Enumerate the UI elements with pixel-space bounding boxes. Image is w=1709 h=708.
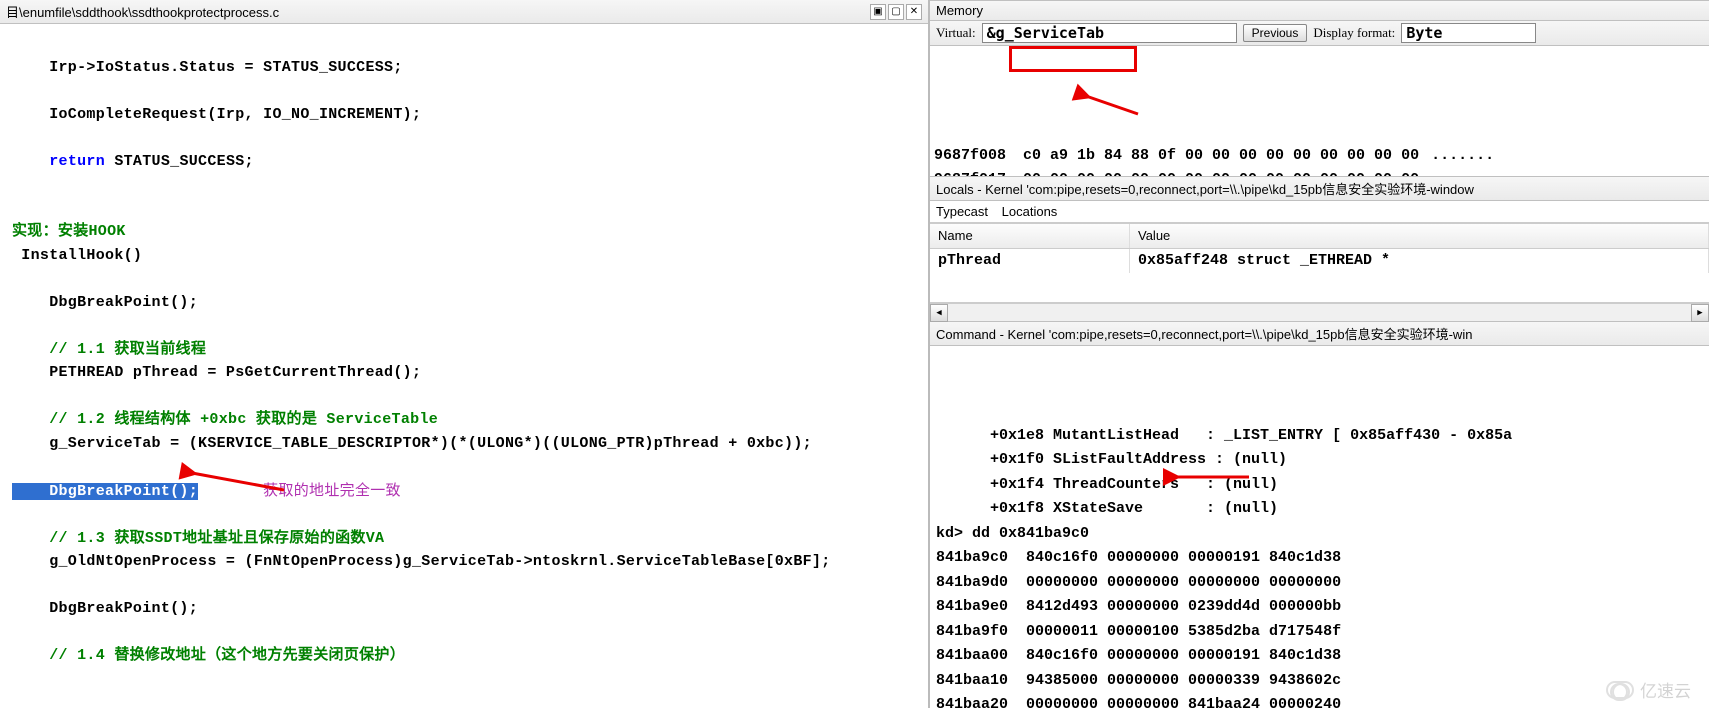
code-line: STATUS_SUCCESS; xyxy=(105,153,254,170)
comment: // 1.1 获取当前线程 xyxy=(12,341,206,358)
code-line: g_OldNtOpenProcess = (FnNtOpenProcess)g_… xyxy=(12,553,831,570)
highlight-box xyxy=(1009,46,1137,72)
scroll-right-icon[interactable]: ▶ xyxy=(1691,304,1709,322)
locals-hscroll[interactable]: ◀ ▶ xyxy=(930,303,1709,321)
annotation-arrow-memory xyxy=(1026,68,1150,155)
locals-toolbar: Typecast Locations xyxy=(930,201,1709,223)
code-line: IoCompleteRequest(Irp, IO_NO_INCREMENT); xyxy=(12,106,421,123)
local-name: pThread xyxy=(930,249,1130,273)
mem-ascii: ....... xyxy=(1431,168,1494,176)
memory-row: 9687f008 c0 a9 1b 84 88 0f 00 00 00 00 0… xyxy=(934,144,1705,168)
display-format-select[interactable] xyxy=(1401,23,1536,43)
source-header: 目\enumfile\sddthook\ssdthookprotectproce… xyxy=(0,0,928,24)
memory-row: 9687f017 00 00 00 00 00 00 00 00 00 00 0… xyxy=(934,168,1705,176)
maximize-icon[interactable]: ▢ xyxy=(888,4,904,20)
locals-title-bar: Locals - Kernel 'com:pipe,resets=0,recon… xyxy=(930,176,1709,201)
col-name[interactable]: Name xyxy=(930,224,1130,248)
comment: // 1.2 线程结构体 +0xbc 获取的是 ServiceTable xyxy=(12,411,438,428)
locals-row[interactable]: pThread0x85aff248 struct _ETHREAD * xyxy=(930,249,1709,273)
command-line: +0x1f4 ThreadCounters : (null) xyxy=(936,473,1703,498)
comment: // 1.3 获取SSDT地址基址且保存原始的函数VA xyxy=(12,530,384,547)
source-pane: 目\enumfile\sddthook\ssdthookprotectproce… xyxy=(0,0,930,708)
watermark-logo-icon xyxy=(1606,681,1634,699)
mem-addr: 9687f017 xyxy=(934,168,1014,176)
memory-title-bar: Memory xyxy=(930,0,1709,21)
command-line: 841baa10 94385000 00000000 00000339 9438… xyxy=(936,669,1703,694)
col-value[interactable]: Value xyxy=(1130,224,1709,248)
virtual-input[interactable] xyxy=(982,23,1237,43)
virtual-label: Virtual: xyxy=(936,25,976,41)
code-line: Irp->IoStatus.Status = STATUS_SUCCESS; xyxy=(12,59,403,76)
command-line: 841ba9c0 840c16f0 00000000 00000191 840c… xyxy=(936,546,1703,571)
keyword-return: return xyxy=(49,153,105,170)
restore-icon[interactable]: ▣ xyxy=(870,4,886,20)
mem-addr: 9687f008 xyxy=(934,144,1014,168)
mem-ascii: ....... xyxy=(1431,144,1494,168)
command-line: +0x1f0 SListFaultAddress : (null) xyxy=(936,448,1703,473)
memory-body[interactable]: 9687f008 c0 a9 1b 84 88 0f 00 00 00 00 0… xyxy=(930,46,1709,176)
command-line: 841baa00 840c16f0 00000000 00000191 840c… xyxy=(936,644,1703,669)
selected-line: DbgBreakPoint(); xyxy=(12,483,198,500)
command-line: +0x1f8 XStateSave : (null) xyxy=(936,497,1703,522)
close-icon[interactable]: ✕ xyxy=(906,4,922,20)
locals-header: Name Value xyxy=(930,223,1709,249)
locals-title: Locals - Kernel 'com:pipe,resets=0,recon… xyxy=(936,179,1474,198)
comment: 实现：安装HOOK xyxy=(12,223,126,240)
watermark: 亿速云 xyxy=(1606,677,1691,702)
local-value: 0x85aff248 struct _ETHREAD * xyxy=(1130,249,1709,273)
memory-toolbar: Virtual: Previous Display format: xyxy=(930,21,1709,46)
command-title: Command - Kernel 'com:pipe,resets=0,reco… xyxy=(936,324,1472,343)
source-path: 目\enumfile\sddthook\ssdthookprotectproce… xyxy=(6,2,279,21)
code-line: PETHREAD pThread = PsGetCurrentThread(); xyxy=(12,364,421,381)
comment: // 1.4 替换修改地址（这个地方先要关闭页保护） xyxy=(12,647,405,664)
locals-table: Name Value pThread0x85aff248 struct _ETH… xyxy=(930,223,1709,321)
source-editor[interactable]: Irp->IoStatus.Status = STATUS_SUCCESS; I… xyxy=(0,24,928,708)
memory-title: Memory xyxy=(936,3,983,18)
code-line: DbgBreakPoint(); xyxy=(12,294,198,311)
mem-bytes: 00 00 00 00 00 00 00 00 00 00 00 00 00 0… xyxy=(1014,168,1419,176)
scroll-left-icon[interactable]: ◀ xyxy=(930,304,948,322)
command-line: 841ba9e0 8412d493 00000000 0239dd4d 0000… xyxy=(936,595,1703,620)
command-title-bar: Command - Kernel 'com:pipe,resets=0,reco… xyxy=(930,321,1709,346)
command-line: kd> dd 0x841ba9c0 xyxy=(936,522,1703,547)
code-line: InstallHook() xyxy=(12,247,142,264)
right-pane: Memory Virtual: Previous Display format:… xyxy=(930,0,1709,708)
code-line: DbgBreakPoint(); xyxy=(12,600,198,617)
command-output[interactable]: +0x1e8 MutantListHead : _LIST_ENTRY [ 0x… xyxy=(930,346,1709,708)
command-line: 841ba9f0 00000011 00000100 5385d2ba d717… xyxy=(936,620,1703,645)
previous-button[interactable]: Previous xyxy=(1243,24,1308,42)
command-line: 841baa20 00000000 00000000 841baa24 0000… xyxy=(936,693,1703,708)
mem-bytes: c0 a9 1b 84 88 0f 00 00 00 00 00 00 00 0… xyxy=(1014,144,1419,168)
command-line: +0x1e8 MutantListHead : _LIST_ENTRY [ 0x… xyxy=(936,424,1703,449)
display-format-label: Display format: xyxy=(1313,25,1395,41)
command-line: 841ba9d0 00000000 00000000 00000000 0000… xyxy=(936,571,1703,596)
code-line xyxy=(12,153,49,170)
locations-link[interactable]: Locations xyxy=(1002,204,1058,219)
annotation: 获取的地址完全一致 xyxy=(263,482,401,499)
code-line: g_ServiceTab = (KSERVICE_TABLE_DESCRIPTO… xyxy=(12,435,812,452)
watermark-text: 亿速云 xyxy=(1640,677,1691,702)
typecast-link[interactable]: Typecast xyxy=(936,204,988,219)
